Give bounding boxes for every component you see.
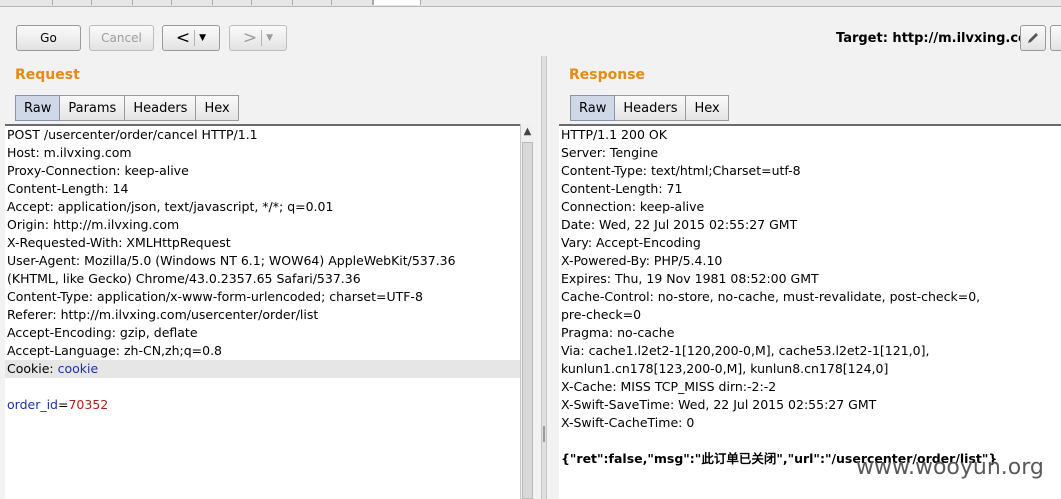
- request-line: Accept: application/json, text/javascrip…: [7, 199, 334, 214]
- watermark: www.wooyun.org: [856, 455, 1044, 480]
- tab-strip-tab-active[interactable]: [373, 0, 421, 5]
- cancel-button[interactable]: Cancel: [89, 25, 154, 51]
- response-line: Cache-Control: no-store, no-cache, must-…: [561, 289, 981, 304]
- tab-strip-tab[interactable]: [252, 0, 293, 5]
- splitter-grip[interactable]: [543, 426, 545, 442]
- edit-target-button[interactable]: [1020, 25, 1046, 51]
- request-line: X-Requested-With: XMLHttpRequest: [7, 235, 231, 250]
- request-line: (KHTML, like Gecko) Chrome/43.0.2357.65 …: [7, 271, 361, 286]
- button-separator: [194, 30, 196, 46]
- go-label: Go: [40, 31, 57, 45]
- param-value: 70352: [68, 397, 109, 412]
- tab-strip-tab[interactable]: [53, 0, 92, 5]
- scroll-thumb[interactable]: [522, 142, 533, 499]
- scroll-up-icon[interactable]: ▲: [521, 126, 534, 137]
- request-line: Origin: http://m.ilvxing.com: [7, 217, 180, 232]
- response-line: Content-Length: 71: [561, 181, 683, 196]
- chevron-down-icon[interactable]: ▼: [199, 33, 206, 43]
- response-line: Pragma: no-cache: [561, 325, 675, 340]
- response-title: Response: [569, 67, 646, 83]
- request-line: Content-Type: application/x-www-form-url…: [7, 289, 423, 304]
- response-line: X-Swift-CacheTime: 0: [561, 415, 695, 430]
- button-separator: [261, 30, 263, 46]
- pane-splitter[interactable]: [541, 56, 547, 499]
- response-line: Expires: Thu, 19 Nov 1981 08:52:00 GMT: [561, 271, 819, 286]
- request-title: Request: [15, 67, 80, 83]
- cookie-header-name: Cookie:: [7, 361, 58, 376]
- tab-raw[interactable]: Raw: [570, 95, 616, 121]
- request-line: Accept-Language: zh-CN,zh;q=0.8: [7, 343, 223, 358]
- chevron-down-icon[interactable]: ▼: [266, 33, 273, 43]
- response-tabs: Raw Headers Hex: [570, 95, 729, 122]
- response-line: Server: Tengine: [561, 145, 659, 160]
- response-line: Date: Wed, 22 Jul 2015 02:55:27 GMT: [561, 217, 798, 232]
- tab-strip: [0, 0, 1061, 7]
- tab-strip-tab[interactable]: [293, 0, 332, 5]
- request-scrollbar[interactable]: ▲: [520, 124, 534, 499]
- tab-strip-tab[interactable]: [172, 0, 213, 5]
- tab-hex[interactable]: Hex: [686, 95, 729, 121]
- tab-hex[interactable]: Hex: [196, 95, 239, 121]
- cookie-line: Cookie: cookie: [5, 360, 520, 378]
- target-label: Target: http://m.ilvxing.com: [836, 31, 1041, 46]
- param-name: order_id: [7, 397, 58, 412]
- tab-raw[interactable]: Raw: [15, 95, 61, 121]
- cancel-label: Cancel: [101, 31, 142, 45]
- request-line: POST /usercenter/order/cancel HTTP/1.1: [7, 127, 258, 142]
- tab-strip-tab[interactable]: [92, 0, 133, 5]
- param-equals: =: [58, 397, 69, 412]
- response-line: Connection: keep-alive: [561, 199, 705, 214]
- tab-headers[interactable]: Headers: [125, 95, 197, 121]
- response-line: X-Cache: MISS TCP_MISS dirn:-2:-2: [561, 379, 777, 394]
- tab-strip-tab[interactable]: [12, 0, 53, 5]
- pencil-icon: [1028, 33, 1038, 43]
- response-line: pre-check=0: [561, 307, 642, 322]
- request-tabs: Raw Params Headers Hex: [15, 95, 239, 122]
- request-line: Accept-Encoding: gzip, deflate: [7, 325, 198, 340]
- cookie-value: cookie: [57, 361, 99, 376]
- tab-params[interactable]: Params: [60, 95, 126, 121]
- back-arrow-icon: <: [175, 27, 191, 48]
- body-line: order_id=70352: [5, 396, 520, 414]
- tab-strip-tab[interactable]: [133, 0, 172, 5]
- request-editor[interactable]: POST /usercenter/order/cancel HTTP/1.1 H…: [5, 124, 520, 499]
- request-line: Referer: http://m.ilvxing.com/usercenter…: [7, 307, 319, 322]
- response-line: HTTP/1.1 200 OK: [561, 127, 667, 142]
- request-line: Host: m.ilvxing.com: [7, 145, 132, 160]
- back-button[interactable]: < ▼: [162, 25, 220, 51]
- tab-strip-tab[interactable]: [332, 0, 373, 5]
- response-editor[interactable]: HTTP/1.1 200 OK Server: Tengine Content-…: [559, 124, 1061, 499]
- response-line: Content-Type: text/html;Charset=utf-8: [561, 163, 801, 178]
- response-line: X-Powered-By: PHP/5.4.10: [561, 253, 723, 268]
- response-line: Vary: Accept-Encoding: [561, 235, 701, 250]
- help-button[interactable]: [1050, 25, 1061, 51]
- tab-strip-tab[interactable]: [213, 0, 252, 5]
- go-button[interactable]: Go: [16, 25, 81, 51]
- response-line: X-Swift-SaveTime: Wed, 22 Jul 2015 02:55…: [561, 397, 877, 412]
- request-line: Content-Length: 14: [7, 181, 129, 196]
- forward-button[interactable]: > ▼: [229, 25, 287, 51]
- request-line: Proxy-Connection: keep-alive: [7, 163, 189, 178]
- response-line: Via: cache1.l2et2-1[120,200-0,M], cache5…: [561, 343, 930, 358]
- tab-headers[interactable]: Headers: [615, 95, 687, 121]
- response-line: kunlun1.cn178[123,200-0,M], kunlun8.cn17…: [561, 361, 889, 376]
- request-line: User-Agent: Mozilla/5.0 (Windows NT 6.1;…: [7, 253, 456, 268]
- forward-arrow-icon: >: [242, 27, 258, 48]
